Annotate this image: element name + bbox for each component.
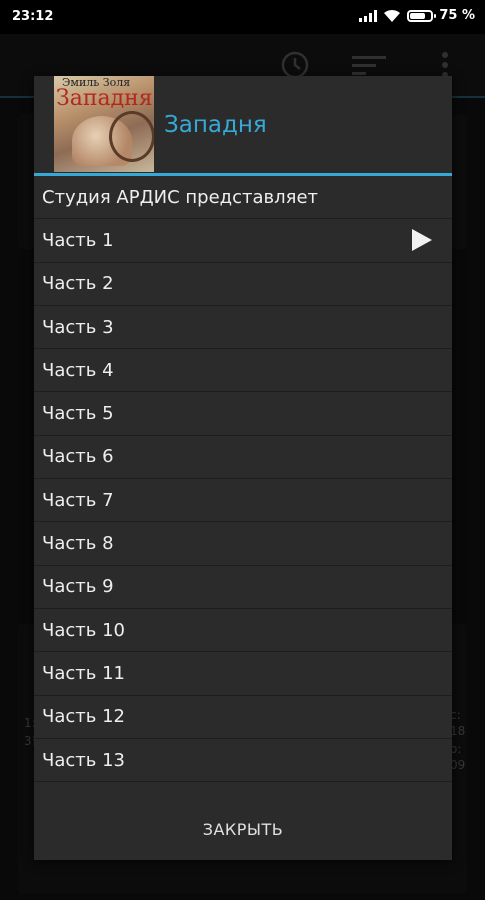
chapter-list-item[interactable]: Часть 5 bbox=[34, 392, 452, 436]
chapter-list: Студия АРДИС представляет Часть 1 Часть 2 Ч… bbox=[34, 176, 452, 783]
chapter-list-item[interactable]: Студия АРДИС представляет bbox=[34, 176, 452, 220]
chapter-label: Часть 2 bbox=[42, 273, 114, 295]
chapter-list-item[interactable]: Часть 11 bbox=[34, 652, 452, 696]
chapter-list-item[interactable]: Часть 8 bbox=[34, 522, 452, 566]
chapter-label: Часть 6 bbox=[42, 446, 114, 468]
chapter-label: Часть 1 bbox=[42, 229, 114, 251]
chapter-list-item[interactable]: Часть 10 bbox=[34, 609, 452, 653]
chapter-label: Часть 5 bbox=[42, 403, 114, 425]
dialog-footer: ЗАКРЫТЬ bbox=[34, 798, 452, 860]
play-icon[interactable] bbox=[412, 229, 432, 252]
signal-icon bbox=[359, 9, 378, 22]
wifi-icon bbox=[384, 9, 401, 22]
chapter-label: Часть 9 bbox=[42, 576, 114, 598]
battery-icon bbox=[407, 9, 437, 22]
chapter-list-item[interactable]: Часть 1 bbox=[34, 219, 452, 263]
status-bar: 23:12 75 % bbox=[0, 0, 485, 34]
chapter-list-item[interactable]: Часть 9 bbox=[34, 566, 452, 609]
chapter-list-item[interactable]: Часть 13 bbox=[34, 739, 452, 783]
chapter-list-item[interactable]: Часть 3 bbox=[34, 306, 452, 350]
chapter-label: Студия АРДИС представляет bbox=[42, 186, 319, 208]
chapter-label: Часть 12 bbox=[42, 706, 125, 728]
chapter-list-item[interactable]: Часть 7 bbox=[34, 479, 452, 523]
chapter-label: Часть 4 bbox=[42, 359, 114, 381]
status-icons: 75 % bbox=[359, 8, 475, 23]
cover-title: Западня bbox=[56, 86, 153, 111]
chapter-list-item[interactable]: Часть 12 bbox=[34, 696, 452, 739]
chapter-list-item[interactable]: Часть 2 bbox=[34, 263, 452, 306]
dialog-title: Западня bbox=[164, 112, 267, 138]
chapter-list-item[interactable]: Часть 4 bbox=[34, 349, 452, 393]
chapter-label: Часть 8 bbox=[42, 533, 114, 555]
chapters-dialog: Эмиль Золя Западня Западня Студия АРДИС … bbox=[34, 76, 452, 860]
chapter-label: Часть 10 bbox=[42, 619, 125, 641]
chapter-label: Часть 3 bbox=[42, 316, 114, 338]
chapter-label: Часть 11 bbox=[42, 662, 125, 684]
book-cover-image: Эмиль Золя Западня bbox=[54, 76, 154, 172]
battery-percent: 75 % bbox=[439, 8, 475, 23]
close-button[interactable]: ЗАКРЫТЬ bbox=[187, 812, 300, 847]
chapter-label: Часть 13 bbox=[42, 749, 125, 771]
status-time: 23:12 bbox=[12, 9, 54, 24]
cover-basket bbox=[109, 111, 154, 162]
chapter-list-item[interactable]: Часть 6 bbox=[34, 436, 452, 480]
dialog-header: Эмиль Золя Западня Западня bbox=[34, 76, 452, 174]
chapter-label: Часть 7 bbox=[42, 489, 114, 511]
